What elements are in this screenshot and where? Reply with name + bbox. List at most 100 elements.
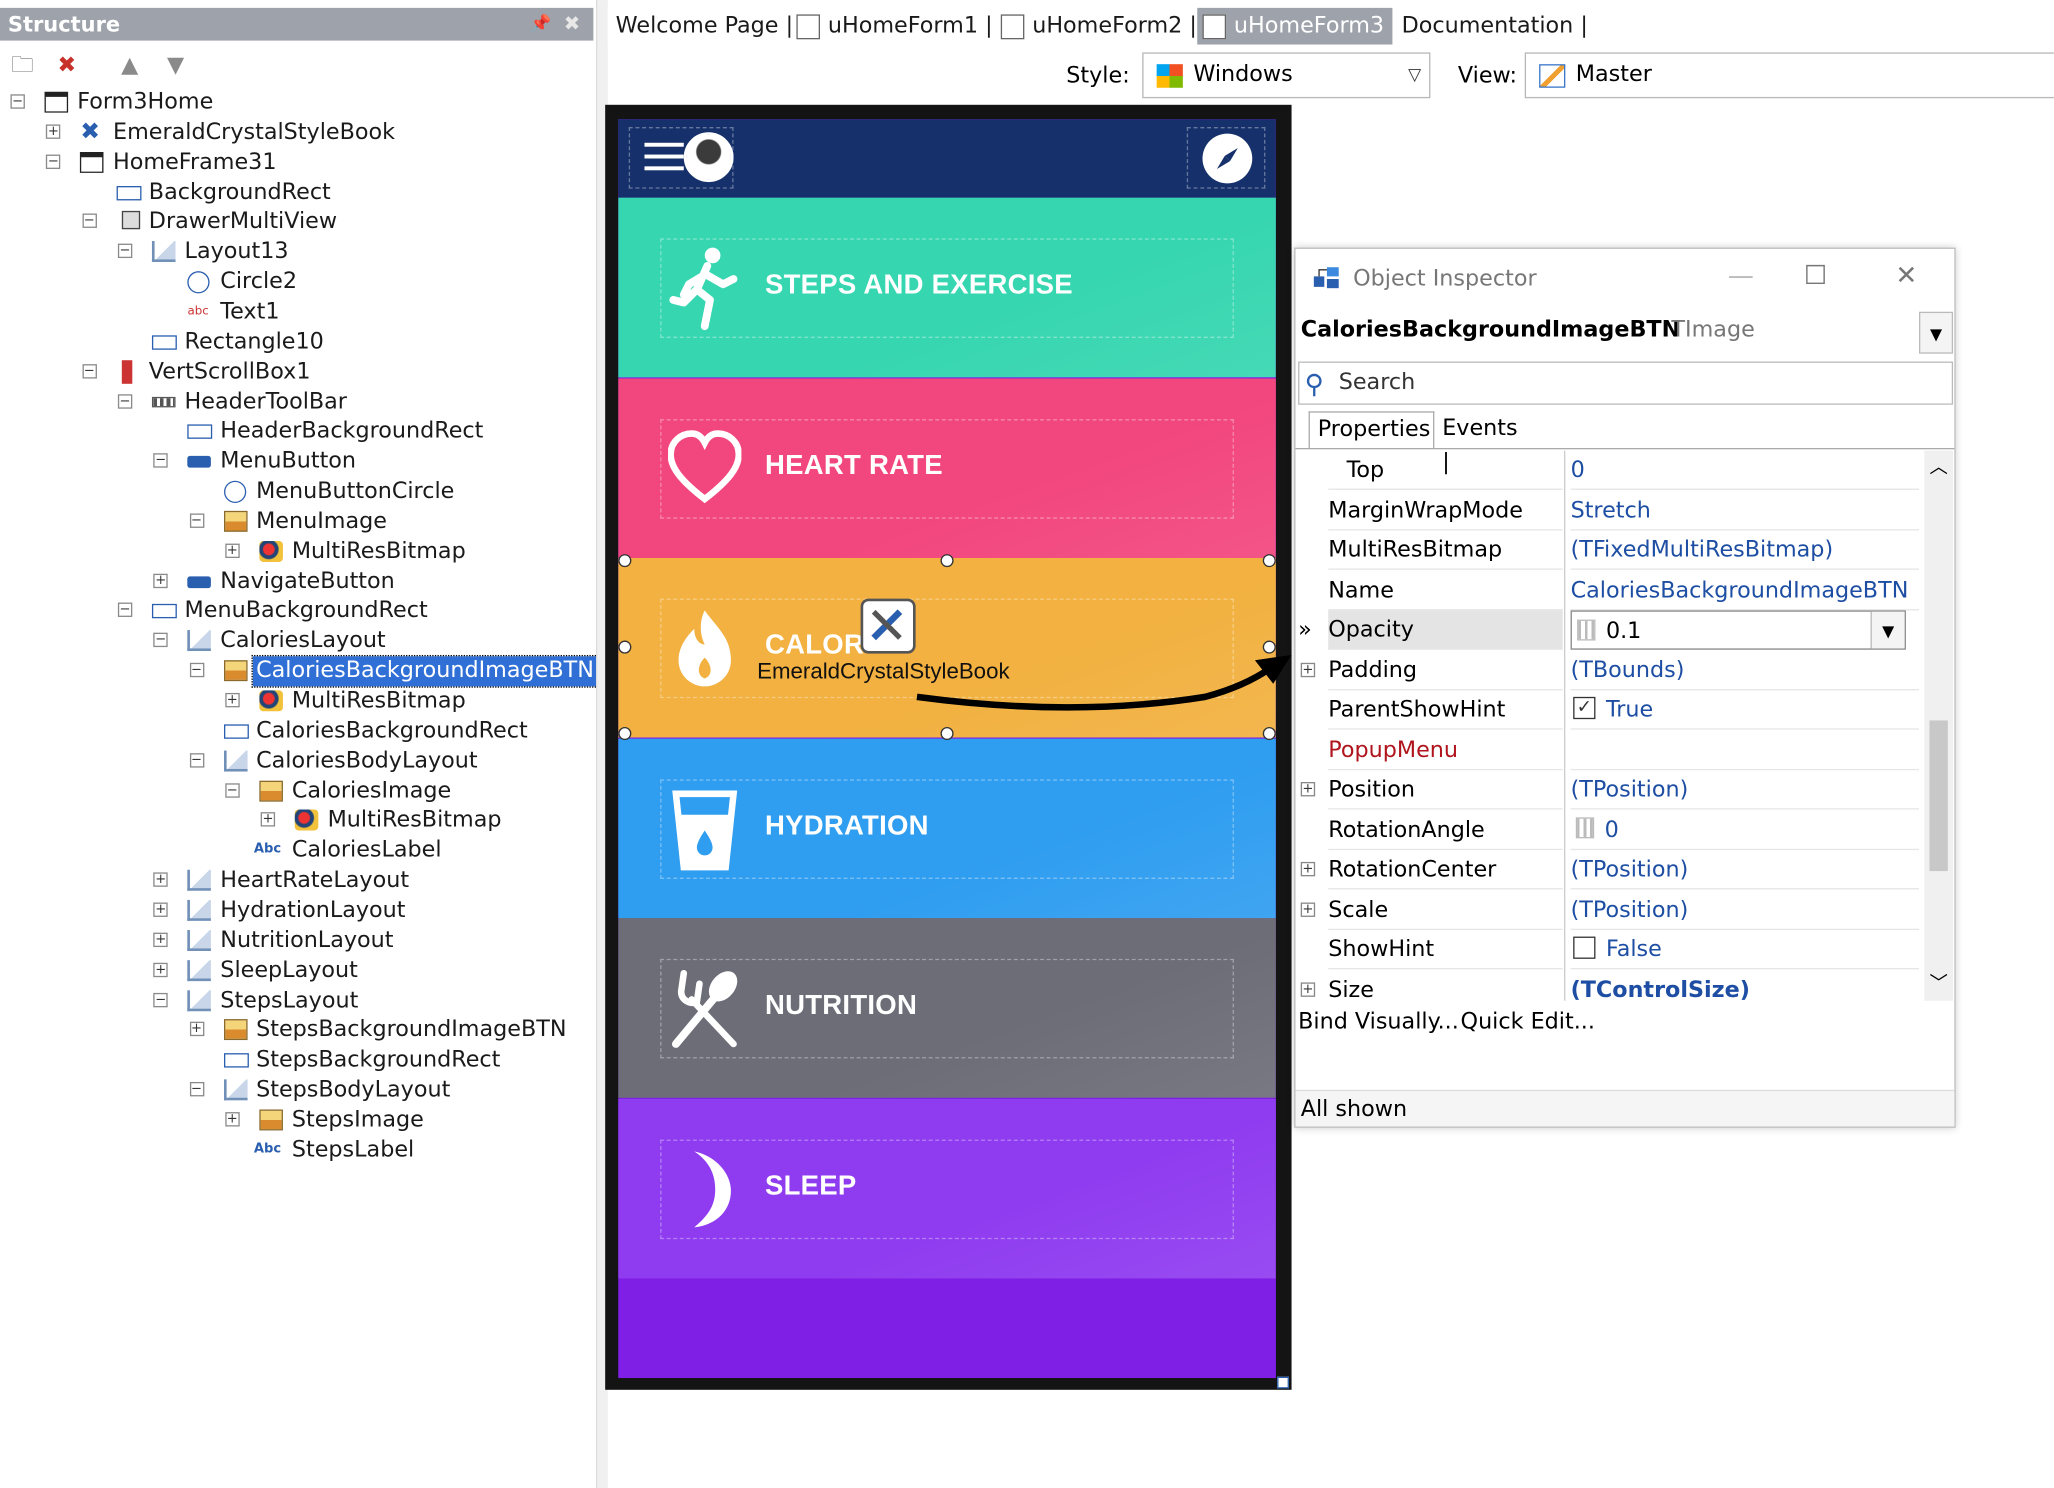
property-value[interactable]: 0	[1570, 451, 1920, 490]
property-showhint[interactable]: ShowHint False	[1295, 930, 1921, 970]
collapse-icon[interactable]: −	[117, 393, 133, 409]
chevron-down-icon[interactable]: ▼	[1870, 611, 1905, 649]
collapse-icon[interactable]: −	[189, 662, 204, 678]
resize-handle[interactable]	[618, 554, 632, 568]
property-size[interactable]: + Size (TControlSize)	[1295, 970, 1921, 1001]
scroll-down-icon[interactable]: ﹀	[1929, 969, 1947, 995]
tab-welcome-page[interactable]: Welcome Page |	[616, 8, 793, 45]
property-rotationcenter[interactable]: + RotationCenter (TPosition)	[1295, 850, 1921, 890]
property-value[interactable]: CaloriesBackgroundImageBTN	[1570, 570, 1920, 610]
close-icon[interactable]: ✖	[564, 8, 580, 41]
resize-handle[interactable]	[1262, 554, 1276, 568]
search-input[interactable]: ⚲ Search	[1298, 361, 1954, 405]
property-parentshowhint[interactable]: ParentShowHint ✓ True	[1295, 690, 1921, 730]
property-marginwrapmode[interactable]: MarginWrapMode Stretch	[1295, 491, 1921, 531]
property-value[interactable]: (TBounds)	[1570, 650, 1920, 690]
resize-handle[interactable]	[618, 640, 632, 654]
collapse-icon[interactable]: −	[189, 1082, 204, 1097]
collapse-icon[interactable]: −	[117, 243, 133, 259]
property-value[interactable]: (TControlSize)	[1571, 970, 1919, 1001]
tab-events[interactable]: Events |	[1440, 411, 1521, 475]
expand-icon[interactable]: +	[1300, 901, 1316, 917]
slider-icon[interactable]	[1575, 817, 1595, 839]
slider-icon[interactable]	[1577, 618, 1596, 640]
tile-sleep[interactable]: SLEEP	[618, 1098, 1276, 1278]
maximize-icon[interactable]: ☐	[1804, 259, 1827, 290]
view-select[interactable]: Master	[1524, 52, 2054, 99]
expand-icon[interactable]: +	[225, 1111, 240, 1127]
resize-handle[interactable]	[940, 554, 954, 568]
chevron-down-icon[interactable]: ▼	[1919, 311, 1954, 354]
property-scale[interactable]: + Scale (TPosition)	[1295, 890, 1921, 930]
expand-icon[interactable]: +	[153, 902, 168, 917]
collapse-icon[interactable]: −	[189, 513, 204, 528]
checkbox[interactable]	[1573, 936, 1596, 959]
property-name[interactable]: Name CaloriesBackgroundImageBTN	[1295, 570, 1921, 610]
tile-hydration[interactable]: HYDRATION	[618, 738, 1276, 918]
tile-steps-and-exercise[interactable]: STEPS AND EXERCISE	[618, 197, 1276, 378]
property-top[interactable]: Top 0	[1295, 451, 1921, 491]
new-folder-icon[interactable]: 🗀	[5, 51, 39, 80]
expand-icon[interactable]: +	[46, 124, 61, 139]
minimize-icon[interactable]: —	[1728, 259, 1754, 290]
tile-heart-rate[interactable]: HEART RATE	[618, 377, 1276, 558]
expand-icon[interactable]: +	[1300, 861, 1316, 877]
hamburger-menu-icon[interactable]	[644, 142, 684, 174]
tab-uhomeform1[interactable]: uHomeForm1 |	[791, 8, 993, 45]
form-resize-handle[interactable]	[1277, 1376, 1289, 1389]
property-value[interactable]: (TPosition)	[1570, 850, 1920, 890]
quick-edit-link[interactable]: Quick Edit...	[1461, 1009, 1595, 1035]
style-select[interactable]: Windows ▽	[1142, 52, 1431, 99]
expand-icon[interactable]: +	[1300, 782, 1316, 797]
expand-icon[interactable]: +	[225, 692, 240, 708]
property-padding[interactable]: + Padding (TBounds)	[1295, 650, 1921, 690]
close-icon[interactable]: ✕	[1895, 259, 1917, 290]
expand-icon[interactable]: +	[1300, 981, 1316, 997]
property-value[interactable]: 0	[1570, 810, 1920, 850]
property-position[interactable]: + Position (TPosition)	[1295, 770, 1921, 810]
property-opacity[interactable]: » Opacity 0.1 ▼	[1295, 610, 1921, 650]
property-rotationangle[interactable]: RotationAngle 0	[1295, 810, 1921, 850]
bind-visually-link[interactable]: Bind Visually...	[1298, 1009, 1459, 1035]
expand-icon[interactable]: +	[1300, 662, 1316, 677]
property-multiresbitmap[interactable]: MultiResBitmap (TFixedMultiResBitmap)	[1295, 531, 1921, 571]
property-value[interactable]: Stretch	[1570, 491, 1920, 530]
property-value[interactable]: ✓ True	[1570, 690, 1920, 730]
tile-nutrition[interactable]: NUTRITION	[618, 918, 1276, 1098]
expand-icon[interactable]: +	[153, 872, 168, 887]
move-up-icon[interactable]: ▲	[113, 51, 147, 80]
collapse-icon[interactable]: −	[46, 154, 61, 169]
scrollbar[interactable]: ︿ ﹀	[1924, 450, 1954, 1001]
selected-component-select[interactable]: CaloriesBackgroundImageBTN TImage ▼	[1295, 311, 1954, 354]
tab-documentation[interactable]: Documentation |	[1402, 8, 1588, 45]
expand-icon[interactable]: +	[260, 812, 276, 828]
collapse-icon[interactable]: −	[153, 992, 168, 1007]
delete-icon[interactable]: ✖	[50, 51, 84, 80]
tab-uhomeform3[interactable]: uHomeForm3	[1197, 7, 1392, 45]
column-divider[interactable]	[1564, 450, 1566, 1001]
collapse-icon[interactable]: −	[117, 603, 133, 618]
pin-icon[interactable]: 📌	[530, 8, 551, 41]
property-value[interactable]	[1570, 730, 1920, 770]
collapse-icon[interactable]: −	[189, 752, 204, 768]
expand-icon[interactable]: +	[153, 962, 168, 977]
property-value[interactable]: False	[1570, 930, 1920, 970]
expand-icon[interactable]: +	[153, 932, 168, 947]
tab-uhomeform2[interactable]: uHomeForm2 |	[996, 8, 1197, 45]
move-down-icon[interactable]: ▼	[158, 51, 192, 80]
collapse-icon[interactable]: −	[153, 633, 168, 648]
property-value[interactable]: (TPosition)	[1570, 770, 1920, 810]
property-value[interactable]: (TFixedMultiResBitmap)	[1570, 531, 1920, 570]
property-value[interactable]: (TPosition)	[1570, 890, 1920, 930]
expand-icon[interactable]: +	[225, 543, 240, 558]
compass-icon[interactable]	[1202, 133, 1253, 184]
property-popupmenu[interactable]: PopupMenu	[1295, 730, 1921, 770]
collapse-icon[interactable]: −	[225, 782, 240, 798]
collapse-icon[interactable]: −	[81, 363, 97, 379]
scrollbar-thumb[interactable]	[1929, 720, 1948, 872]
expand-icon[interactable]: +	[189, 1022, 204, 1037]
avatar[interactable]	[683, 132, 734, 183]
collapse-icon[interactable]: −	[153, 453, 168, 468]
property-value[interactable]: 0.1 ▼	[1570, 610, 1906, 650]
resize-handle[interactable]	[618, 726, 632, 741]
